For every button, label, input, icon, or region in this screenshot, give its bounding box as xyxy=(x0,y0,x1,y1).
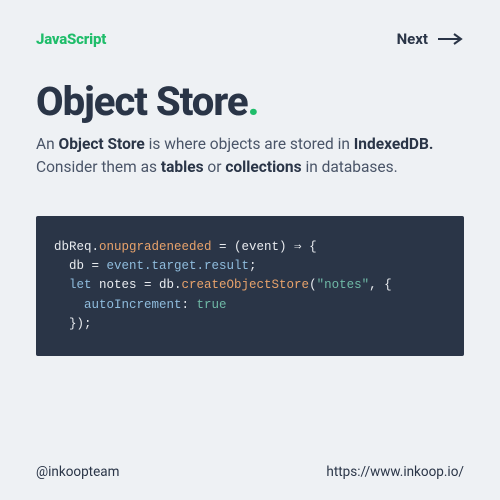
code-tok: true xyxy=(197,298,227,312)
code-block: dbReq.onupgradeneeded = (event) ⇒ { db =… xyxy=(36,216,464,357)
page-title-text: Object Store xyxy=(36,78,248,125)
code-tok: notes = db. xyxy=(92,278,182,292)
code-tok: db = xyxy=(54,259,107,273)
title-dot: . xyxy=(248,78,259,125)
desc-bold: collections xyxy=(225,158,301,176)
code-tok: "notes" xyxy=(317,278,370,292)
code-tok: = (event) ⇒ { xyxy=(212,240,317,254)
code-tok: ( xyxy=(309,278,317,292)
footer: @inkoopteam https://www.inkoop.io/ xyxy=(36,464,464,480)
code-tok: createObjectStore xyxy=(182,278,310,292)
footer-url[interactable]: https://www.inkoop.io/ xyxy=(326,464,464,480)
code-tok: , { xyxy=(369,278,392,292)
next-link[interactable]: Next xyxy=(397,30,464,48)
desc-bold: tables xyxy=(161,158,204,176)
desc-seg: Consider them as xyxy=(36,158,161,176)
footer-handle[interactable]: @inkoopteam xyxy=(36,464,119,480)
page-title: Object Store. xyxy=(36,78,464,125)
language-label: JavaScript xyxy=(36,30,106,48)
next-link-label: Next xyxy=(397,30,428,48)
code-tok: }); xyxy=(54,317,92,331)
arrow-right-icon xyxy=(438,33,464,45)
top-bar: JavaScript Next xyxy=(36,30,464,48)
code-tok: dbReq. xyxy=(54,240,99,254)
code-tok: ; xyxy=(249,259,257,273)
code-tok: let xyxy=(54,278,92,292)
code-tok: event.target.result xyxy=(107,259,250,273)
description: An Object Store is where objects are sto… xyxy=(36,133,464,180)
desc-seg: is where objects are stored in xyxy=(145,135,354,153)
code-tok: onupgradeneeded xyxy=(99,240,212,254)
desc-seg: An xyxy=(36,135,59,153)
desc-seg: in databases. xyxy=(302,158,398,176)
desc-seg: or xyxy=(204,158,226,176)
code-tok: autoIncrement xyxy=(54,298,182,312)
desc-bold: Object Store xyxy=(59,135,145,153)
desc-bold: IndexedDB. xyxy=(354,135,434,153)
code-tok: : xyxy=(182,298,197,312)
